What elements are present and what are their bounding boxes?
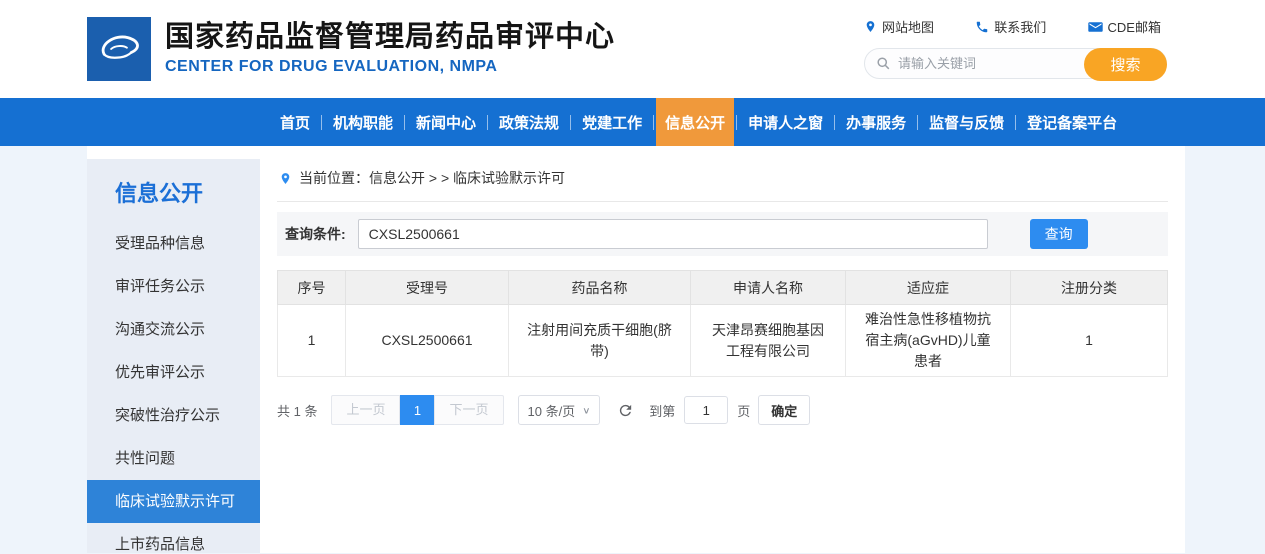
cde-mailbox-link[interactable]: CDE邮箱 bbox=[1088, 17, 1161, 36]
nav-separator bbox=[917, 115, 918, 130]
goto-page-input[interactable] bbox=[684, 396, 728, 424]
page-number-1[interactable]: 1 bbox=[400, 395, 434, 425]
sidebar-item-clinical-trial-implied-license[interactable]: 临床试验默示许可 bbox=[87, 480, 260, 523]
nav-separator bbox=[653, 115, 654, 130]
header-right: 网站地图 联系我们 CDE邮箱 搜索 bbox=[864, 17, 1167, 79]
cell-acceptance-number: CXSL2500661 bbox=[346, 305, 509, 377]
cde-logo-swoosh-icon bbox=[91, 21, 147, 77]
pagination: 共 1 条 上一页 1 下一页 10 条/页 ∨ 到第 页 确定 bbox=[277, 395, 1168, 425]
results-table: 序号 受理号 药品名称 申请人名称 适应症 注册分类 1 CXSL2500661… bbox=[277, 270, 1168, 377]
nav-separator bbox=[487, 115, 488, 130]
nav-item-info-disclosure[interactable]: 信息公开 bbox=[656, 98, 734, 146]
col-header-index: 序号 bbox=[278, 271, 346, 305]
nav-item-supervision-feedback[interactable]: 监督与反馈 bbox=[920, 98, 1013, 146]
site-subtitle: CENTER FOR DRUG EVALUATION, NMPA bbox=[165, 58, 615, 76]
brand-block: 国家药品监督管理局药品审评中心 CENTER FOR DRUG EVALUATI… bbox=[165, 22, 615, 77]
nav-item-applicant-window[interactable]: 申请人之窗 bbox=[739, 98, 832, 146]
quick-links: 网站地图 联系我们 CDE邮箱 bbox=[864, 17, 1167, 36]
sidebar-item-priority-review[interactable]: 优先审评公示 bbox=[87, 351, 260, 394]
site-search-bar: 搜索 bbox=[864, 48, 1167, 79]
main-content: 当前位置：信息公开 > > 临床试验默示许可 查询条件: 查询 序号 受理号 药… bbox=[260, 146, 1186, 553]
nav-item-registration-platform[interactable]: 登记备案平台 bbox=[1018, 98, 1126, 146]
goto-page-label: 到第 bbox=[649, 401, 675, 420]
location-pin-icon bbox=[279, 171, 292, 186]
cell-index: 1 bbox=[278, 305, 346, 377]
nav-item-services[interactable]: 办事服务 bbox=[837, 98, 915, 146]
nav-separator bbox=[404, 115, 405, 130]
col-header-registration-category: 注册分类 bbox=[1011, 271, 1168, 305]
page-body: 信息公开 受理品种信息 审评任务公示 沟通交流公示 优先审评公示 突破性治疗公示… bbox=[87, 146, 1185, 553]
breadcrumb: 当前位置：信息公开 > > 临床试验默示许可 bbox=[277, 159, 1168, 202]
nav-item-policies-regulations[interactable]: 政策法规 bbox=[490, 98, 568, 146]
refresh-icon bbox=[617, 402, 634, 419]
nav-item-party-building[interactable]: 党建工作 bbox=[573, 98, 651, 146]
cell-indication: 难治性急性移植物抗宿主病(aGvHD)儿童患者 bbox=[846, 305, 1011, 377]
nav-separator bbox=[321, 115, 322, 130]
table-header-row: 序号 受理号 药品名称 申请人名称 适应症 注册分类 bbox=[278, 271, 1168, 305]
nav-separator bbox=[834, 115, 835, 130]
contact-us-label: 联系我们 bbox=[994, 17, 1046, 36]
nav-separator bbox=[1015, 115, 1016, 130]
query-button[interactable]: 查询 bbox=[1030, 219, 1088, 249]
nav-item-news-center[interactable]: 新闻中心 bbox=[407, 98, 485, 146]
nav-item-home[interactable]: 首页 bbox=[271, 98, 319, 146]
page-size-select[interactable]: 10 条/页 ∨ bbox=[518, 395, 601, 425]
table-row: 1 CXSL2500661 注射用间充质干细胞(脐带) 天津昂赛细胞基因工程有限… bbox=[278, 305, 1168, 377]
nav-separator bbox=[570, 115, 571, 130]
site-search-button[interactable]: 搜索 bbox=[1084, 48, 1167, 81]
cell-drug-name: 注射用间充质干细胞(脐带) bbox=[509, 305, 691, 377]
mail-icon bbox=[1088, 21, 1103, 33]
cde-mailbox-label: CDE邮箱 bbox=[1108, 17, 1161, 36]
location-pin-icon bbox=[864, 19, 877, 34]
cell-registration-category: 1 bbox=[1011, 305, 1168, 377]
query-bar: 查询条件: 查询 bbox=[277, 212, 1168, 256]
search-icon bbox=[876, 56, 891, 71]
sidebar-item-review-tasks[interactable]: 审评任务公示 bbox=[87, 265, 260, 308]
prev-page-button[interactable]: 上一页 bbox=[331, 395, 400, 425]
phone-icon bbox=[975, 20, 989, 34]
col-header-acceptance-number: 受理号 bbox=[346, 271, 509, 305]
nav-item-org-functions[interactable]: 机构职能 bbox=[324, 98, 402, 146]
sidebar-item-accepted-varieties[interactable]: 受理品种信息 bbox=[87, 222, 260, 265]
sitemap-label: 网站地图 bbox=[882, 17, 934, 36]
next-page-button[interactable]: 下一页 bbox=[434, 395, 503, 425]
sidebar-title: 信息公开 bbox=[87, 159, 260, 222]
col-header-applicant-name: 申请人名称 bbox=[691, 271, 846, 305]
site-header: 国家药品监督管理局药品审评中心 CENTER FOR DRUG EVALUATI… bbox=[0, 0, 1265, 98]
refresh-button[interactable] bbox=[617, 402, 634, 419]
goto-page-suffix: 页 bbox=[737, 401, 750, 420]
sidebar-item-communication[interactable]: 沟通交流公示 bbox=[87, 308, 260, 351]
sidebar: 信息公开 受理品种信息 审评任务公示 沟通交流公示 优先审评公示 突破性治疗公示… bbox=[87, 159, 260, 553]
nav-separator bbox=[736, 115, 737, 130]
sidebar-item-breakthrough-therapy[interactable]: 突破性治疗公示 bbox=[87, 394, 260, 437]
query-condition-label: 查询条件: bbox=[285, 224, 346, 244]
chevron-down-icon: ∨ bbox=[582, 405, 590, 415]
query-condition-input[interactable] bbox=[358, 219, 988, 249]
cde-logo bbox=[87, 17, 151, 81]
col-header-indication: 适应症 bbox=[846, 271, 1011, 305]
cell-applicant-name: 天津昂赛细胞基因工程有限公司 bbox=[691, 305, 846, 377]
pagination-total: 共 1 条 bbox=[277, 401, 317, 420]
site-title: 国家药品监督管理局药品审评中心 bbox=[165, 22, 615, 54]
col-header-drug-name: 药品名称 bbox=[509, 271, 691, 305]
sitemap-link[interactable]: 网站地图 bbox=[864, 17, 934, 36]
sidebar-item-marketed-drugs[interactable]: 上市药品信息 bbox=[87, 523, 260, 554]
confirm-button[interactable]: 确定 bbox=[758, 395, 810, 425]
contact-us-link[interactable]: 联系我们 bbox=[975, 17, 1046, 36]
primary-nav: 首页 机构职能 新闻中心 政策法规 党建工作 信息公开 申请人之窗 办事服务 监… bbox=[0, 98, 1265, 146]
breadcrumb-text: 当前位置：信息公开 > > 临床试验默示许可 bbox=[299, 168, 565, 188]
page-size-value: 10 条/页 bbox=[528, 401, 576, 420]
sidebar-item-common-issues[interactable]: 共性问题 bbox=[87, 437, 260, 480]
